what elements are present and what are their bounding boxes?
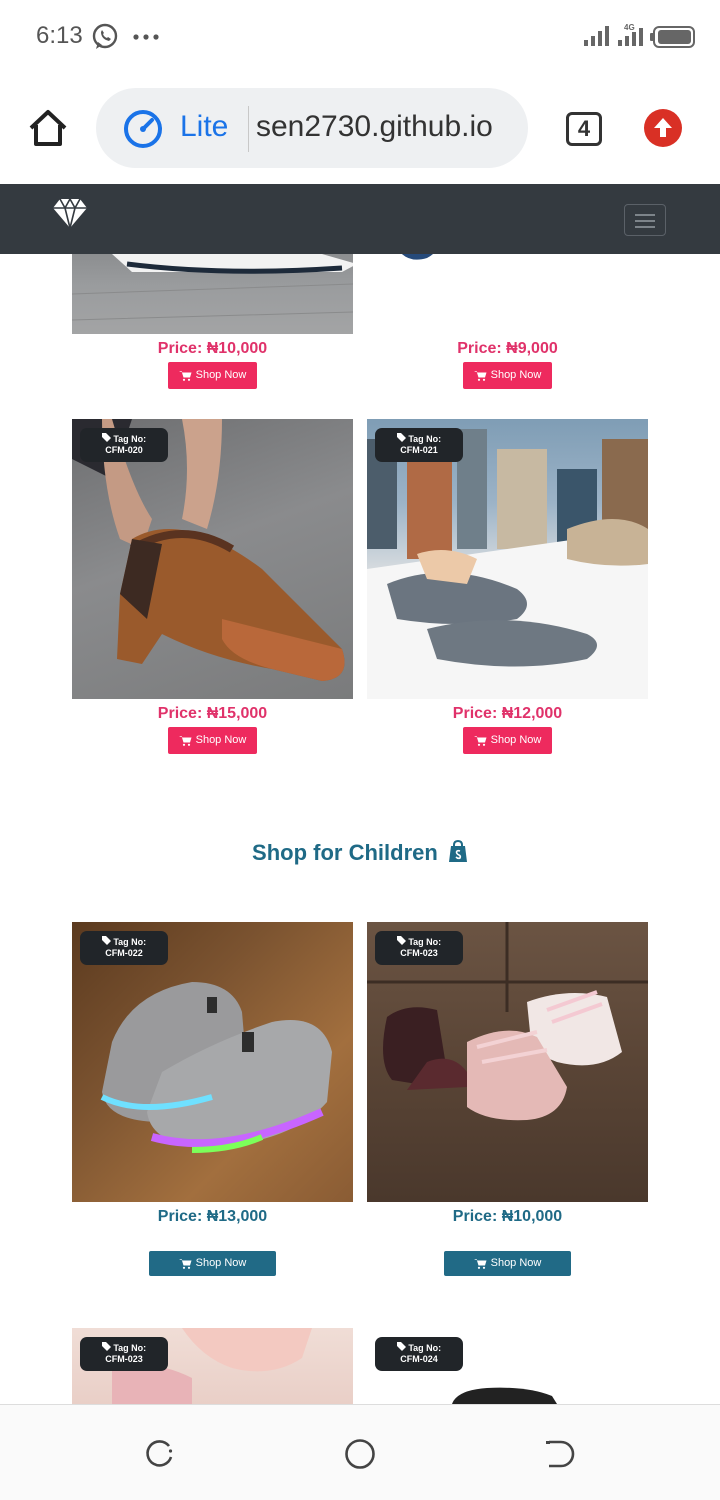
tag-icon <box>101 433 111 442</box>
product-image[interactable] <box>367 254 648 334</box>
shop-now-button[interactable]: Shop Now <box>444 1251 571 1276</box>
shop-now-label: Shop Now <box>490 1257 542 1269</box>
tag-badge: Tag No: CFM-024 <box>375 1337 463 1371</box>
tag-badge: Tag No: CFM-021 <box>375 428 463 462</box>
tag-badge: Tag No: CFM-020 <box>80 428 168 462</box>
product-price: Price: ₦12,000 <box>452 705 563 722</box>
back-button[interactable] <box>543 1437 577 1471</box>
tag-icon <box>101 936 111 945</box>
product-image[interactable]: Tag No: CFM-022 <box>72 922 353 1202</box>
lite-speed-icon <box>122 108 164 155</box>
back-icon <box>546 1440 575 1468</box>
home-icon <box>29 110 67 146</box>
battery-icon <box>650 26 696 53</box>
shop-now-button[interactable]: Shop Now <box>149 1251 276 1276</box>
system-navigation-bar <box>0 1404 720 1500</box>
svg-text:4G: 4G <box>624 23 635 32</box>
shopping-bag-icon <box>448 839 467 862</box>
tag-icon <box>101 1342 111 1351</box>
navbar-toggler[interactable] <box>624 204 666 236</box>
shop-now-label: Shop Now <box>195 1257 247 1269</box>
tag-badge: Tag No: CFM-023 <box>80 1337 168 1371</box>
hamburger-icon <box>635 214 655 216</box>
lite-mode-label: Lite <box>180 110 229 143</box>
recents-icon <box>146 1440 173 1467</box>
tab-switcher-button[interactable]: 4 <box>566 112 602 146</box>
tag-badge: Tag No: CFM-023 <box>375 931 463 965</box>
shop-now-button[interactable]: Shop Now <box>463 727 552 754</box>
product-image[interactable] <box>72 254 353 334</box>
cart-icon <box>473 1258 487 1269</box>
tag-icon <box>396 1342 406 1351</box>
tag-code: CFM-024 <box>400 1354 438 1364</box>
url-divider <box>248 106 249 152</box>
update-button[interactable] <box>644 109 682 147</box>
product-image[interactable]: Tag No: CFM-023 <box>367 922 648 1202</box>
tag-label: Tag No: <box>113 434 147 444</box>
brand-logo-link[interactable] <box>52 196 88 235</box>
tag-icon <box>396 433 406 442</box>
shop-now-label: Shop Now <box>195 369 247 381</box>
shop-now-label: Shop Now <box>490 369 542 381</box>
site-navbar <box>0 184 720 254</box>
home-button[interactable] <box>26 106 70 150</box>
tag-icon <box>396 936 406 945</box>
tag-code: CFM-023 <box>105 1354 143 1364</box>
whatsapp-icon <box>90 22 120 57</box>
product-price: Price: ₦10,000 <box>157 340 268 357</box>
product-price: Price: ₦9,000 <box>457 340 558 357</box>
cart-icon <box>178 370 192 381</box>
shop-now-label: Shop Now <box>490 734 542 746</box>
diamond-icon <box>53 197 87 229</box>
shop-now-button[interactable]: Shop Now <box>463 362 552 389</box>
product-image[interactable]: Tag No: CFM-020 <box>72 419 353 699</box>
tag-code: CFM-022 <box>105 948 143 958</box>
tag-label: Tag No: <box>408 434 442 444</box>
more-dots-icon <box>132 18 160 49</box>
status-bar: 6:13 4G <box>0 0 720 72</box>
shop-now-button[interactable]: Shop Now <box>168 362 257 389</box>
product-price: Price: ₦13,000 <box>157 1208 268 1225</box>
product-image[interactable]: Tag No: CFM-023 <box>72 1328 353 1404</box>
cart-icon <box>473 735 487 746</box>
shop-now-button[interactable]: Shop Now <box>168 727 257 754</box>
product-image[interactable]: Tag No: CFM-021 <box>367 419 648 699</box>
tag-code: CFM-020 <box>105 445 143 455</box>
home-circle-icon <box>345 1439 375 1469</box>
page-content: Price: ₦10,000 Price: ₦9,000 Shop Now Sh… <box>0 254 720 1404</box>
cart-icon <box>178 1258 192 1269</box>
tag-code: CFM-021 <box>400 445 438 455</box>
recents-button[interactable] <box>143 1437 177 1471</box>
url-text[interactable]: sen2730.github.io <box>256 110 516 144</box>
update-arrow-icon <box>654 118 672 137</box>
shop-now-label: Shop Now <box>195 734 247 746</box>
tag-label: Tag No: <box>408 937 442 947</box>
signal-icon <box>584 26 610 51</box>
status-time: 6:13 <box>36 22 83 49</box>
product-price: Price: ₦10,000 <box>452 1208 563 1225</box>
tag-label: Tag No: <box>113 1343 147 1353</box>
product-price: Price: ₦15,000 <box>157 705 268 722</box>
address-bar[interactable]: Lite sen2730.github.io <box>96 88 528 168</box>
tag-badge: Tag No: CFM-022 <box>80 931 168 965</box>
section-heading-children: Shop for Children <box>0 839 720 866</box>
cart-icon <box>178 735 192 746</box>
section-title-text: Shop for Children <box>252 840 438 865</box>
network-4g-icon: 4G <box>618 22 644 53</box>
tag-label: Tag No: <box>113 937 147 947</box>
tag-code: CFM-023 <box>400 948 438 958</box>
home-nav-button[interactable] <box>343 1437 377 1471</box>
browser-toolbar: Lite sen2730.github.io 4 <box>0 72 720 184</box>
tag-label: Tag No: <box>408 1343 442 1353</box>
product-image[interactable]: Tag No: CFM-024 <box>367 1328 648 1404</box>
cart-icon <box>473 370 487 381</box>
